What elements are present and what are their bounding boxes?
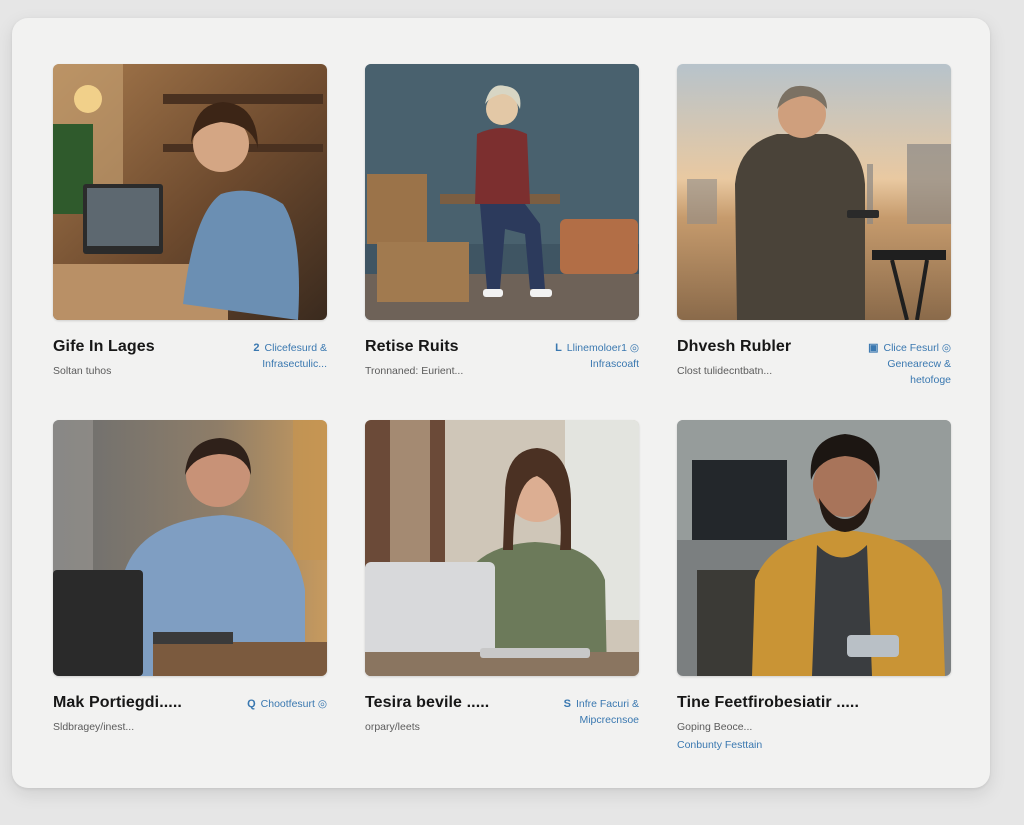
profile-photo-5[interactable] <box>365 420 639 676</box>
profile-meta-2: Retise Ruits Tronnaned: Eurient... L Llin… <box>365 338 639 398</box>
tag-line: Chootfesurt ◎ <box>260 698 327 710</box>
profile-subtitle: Tronnaned: Eurient... <box>365 365 464 377</box>
profile-card-3[interactable]: Dhvesh Rubler Clost tulidecntbatn... ▣ Cl… <box>677 64 951 398</box>
profile-card-4[interactable]: Mak Portiegdi..... Sldbragey/inest... QC… <box>53 420 327 754</box>
tag-line: Infre Facuri & <box>575 698 639 710</box>
tag-icon: ▣ <box>868 342 879 354</box>
profile-card-1[interactable]: Gife In Lages Soltan tuhos 2 Clicefesurd … <box>53 64 327 398</box>
profile-meta-5: Tesira bevile ..... orpary/leets S Infre … <box>365 694 639 754</box>
tag-line: Clicefesurd & <box>264 342 327 354</box>
profile-photo-2[interactable] <box>365 64 639 320</box>
tag-icon: L <box>555 342 562 354</box>
profile-tag-link[interactable]: L Llinemoloer1 ◎ Infrascoaft <box>529 340 639 372</box>
profile-tag-link[interactable]: S Infre Facuri & Mipcrecnsoe <box>529 696 639 728</box>
profile-tag-link[interactable]: ▣ Clice Fesurl ◎ Genearecw & hetofoge <box>841 340 951 388</box>
profile-name[interactable]: Gife In Lages <box>53 338 155 356</box>
tag-line: Mipcrecnsoe <box>579 714 639 726</box>
profile-gallery-card: Gife In Lages Soltan tuhos 2 Clicefesurd … <box>12 18 990 788</box>
profile-meta-3: Dhvesh Rubler Clost tulidecntbatn... ▣ Cl… <box>677 338 951 398</box>
tag-line: Genearecw & <box>887 358 951 370</box>
tag-line: Llinemoloer1 ◎ <box>566 342 639 354</box>
tag-line: Infrascoaft <box>589 358 639 370</box>
profile-meta-1: Gife In Lages Soltan tuhos 2 Clicefesurd … <box>53 338 327 398</box>
profile-name[interactable]: Tesira bevile ..... <box>365 694 489 712</box>
profile-tag-link[interactable]: 2 Clicefesurd & Infrasectulic... <box>217 340 327 372</box>
tag-icon: S <box>563 698 571 710</box>
profile-name[interactable]: Retise Ruits <box>365 338 459 356</box>
profile-meta-4: Mak Portiegdi..... Sldbragey/inest... QC… <box>53 694 327 754</box>
profile-subtitle: Soltan tuhos <box>53 365 112 377</box>
profile-photo-4[interactable] <box>53 420 327 676</box>
profile-card-5[interactable]: Tesira bevile ..... orpary/leets S Infre … <box>365 420 639 754</box>
profile-subtitle: Sldbragey/inest... <box>53 721 135 733</box>
tag-line: Infrasectulic... <box>262 358 327 370</box>
tag-line: hetofoge <box>910 374 951 386</box>
profile-photo-3[interactable] <box>677 64 951 320</box>
tag-icon: 2 <box>253 342 260 354</box>
profile-card-6[interactable]: Tine Feetfirobesiatir ..... Goping Beoce… <box>677 420 951 754</box>
profile-tag-link[interactable]: Q Chootfesurt ◎ <box>217 696 327 712</box>
profile-name[interactable]: Mak Portiegdi..... <box>53 694 182 712</box>
tag-icon: Q <box>247 698 256 710</box>
tag-line: Clice Fesurl ◎ <box>883 342 951 354</box>
profile-subtitle: Goping Beoce... <box>677 721 753 733</box>
profile-photo-1[interactable] <box>53 64 327 320</box>
profile-name[interactable]: Tine Feetfirobesiatir ..... <box>677 694 859 712</box>
profile-subtitle: Clost tulidecntbatn... <box>677 365 773 377</box>
profile-photo-6[interactable] <box>677 420 951 676</box>
profile-subtitle: orpary/leets <box>365 721 420 733</box>
profile-extra-link[interactable]: Conbunty Festtain <box>677 739 762 751</box>
profile-card-2[interactable]: Retise Ruits Tronnaned: Eurient... L Llin… <box>365 64 639 398</box>
profile-name[interactable]: Dhvesh Rubler <box>677 338 791 356</box>
profile-meta-6: Tine Feetfirobesiatir ..... Goping Beoce… <box>677 694 951 754</box>
